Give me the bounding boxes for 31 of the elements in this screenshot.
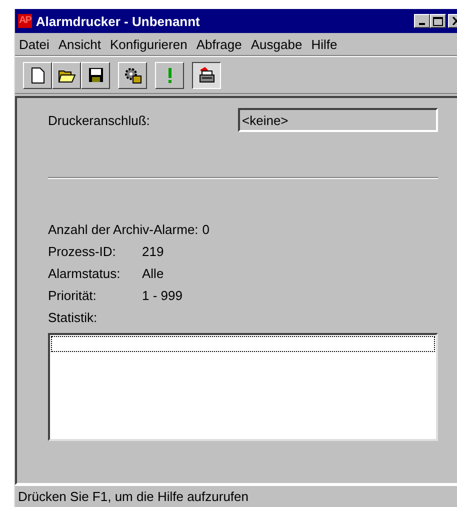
window-title: Alarmdrucker - Unbenannt [36, 14, 201, 28]
toolbar-button[interactable] [192, 62, 221, 88]
status-text: Drücken Sie F1, um die Hilfe aufzurufen [18, 489, 248, 504]
maximize-button[interactable] [430, 14, 446, 28]
menu-item[interactable]: Datei [16, 34, 56, 54]
info-label: Anzahl der Archiv-Alarme: [48, 222, 198, 237]
printer-port-field[interactable]: <keine> [238, 108, 438, 132]
printer-icon [198, 66, 216, 84]
gear-icon [124, 66, 142, 84]
menu-item[interactable]: Hilfe [308, 34, 344, 54]
menu-item[interactable]: Konfigurieren [107, 34, 194, 54]
info-value: 0 [202, 222, 210, 237]
document-icon [30, 66, 44, 84]
field-label: Druckeranschluß: [48, 112, 150, 128]
app-icon: AP [18, 14, 32, 28]
menu-item[interactable]: Ausgabe [248, 34, 308, 54]
menu-item[interactable]: Abfrage [193, 34, 248, 54]
info-value: Alle [142, 266, 164, 281]
menu-item[interactable]: Ansicht [55, 34, 107, 54]
exclamation-icon [166, 66, 172, 84]
maximize-icon [433, 16, 443, 26]
statistics-label: Statistik: [48, 310, 98, 325]
list-row[interactable] [51, 336, 435, 352]
info-label: Priorität: [48, 288, 98, 303]
info-value: 1 - 999 [142, 288, 182, 303]
info-label: Alarmstatus: [48, 266, 122, 281]
minimize-button[interactable] [414, 14, 430, 28]
info-label: Prozess-ID: [48, 244, 117, 259]
statistics-list[interactable] [48, 333, 438, 441]
folder-icon [58, 68, 76, 82]
info-value: 219 [142, 244, 164, 259]
